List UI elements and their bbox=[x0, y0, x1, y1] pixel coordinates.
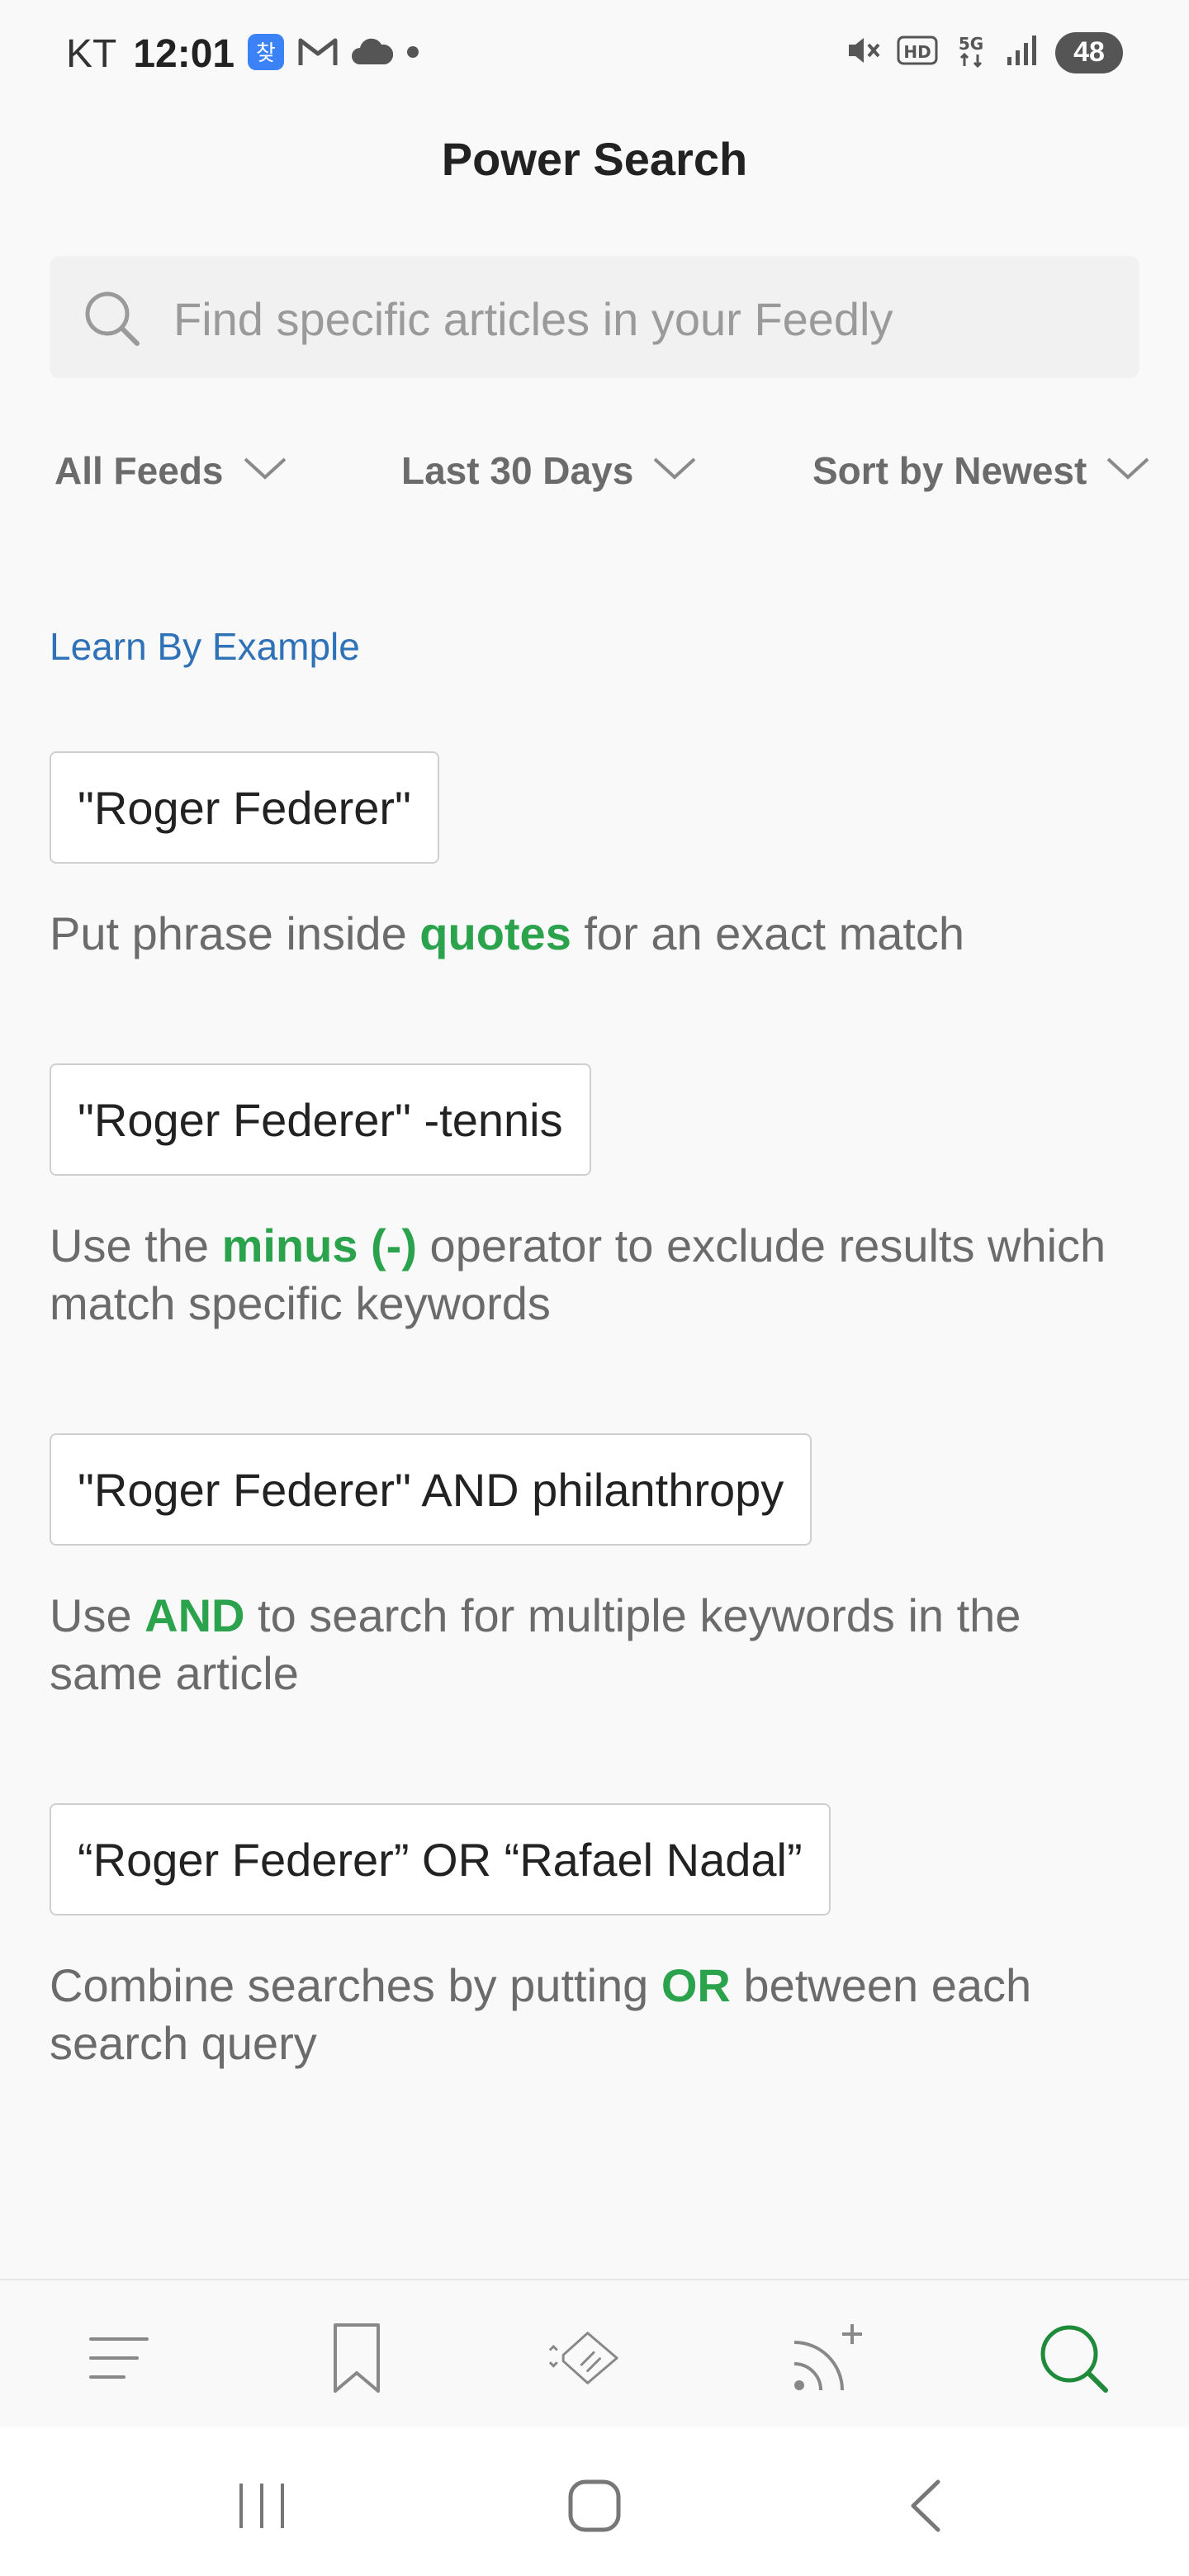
status-bar-right: HD 5G 48 bbox=[844, 31, 1123, 73]
feedly-icon[interactable] bbox=[545, 2318, 624, 2398]
svg-text:찾: 찾 bbox=[256, 41, 276, 66]
home-icon[interactable] bbox=[557, 2469, 632, 2543]
learn-by-example-link[interactable]: Learn By Example bbox=[50, 624, 360, 669]
example-query-chip[interactable]: "Roger Federer" AND philanthropy bbox=[50, 1433, 812, 1546]
search-input[interactable]: Find specific articles in your Feedly bbox=[50, 256, 1139, 378]
status-bar: KT 12:01 찾 HD 5G 48 bbox=[0, 0, 1189, 99]
example-query-chip[interactable]: “Roger Federer” OR “Rafael Nadal” bbox=[50, 1803, 831, 1915]
desc-text: Put phrase inside bbox=[50, 907, 420, 959]
desc-text: Use the bbox=[50, 1219, 222, 1271]
search-placeholder: Find specific articles in your Feedly bbox=[173, 293, 893, 345]
feeds-filter-dropdown[interactable]: All Feeds bbox=[54, 446, 288, 495]
example-description: Put phrase inside quotes for an exact ma… bbox=[50, 905, 1139, 963]
chevron-down-icon bbox=[242, 448, 288, 493]
carrier-label: KT bbox=[66, 32, 117, 76]
example-description: Combine searches by putting OR between e… bbox=[50, 1957, 1139, 2072]
status-bar-left: KT 12:01 찾 bbox=[66, 31, 421, 77]
example-query-chip[interactable]: "Roger Federer" -tennis bbox=[50, 1063, 591, 1176]
gmail-icon bbox=[297, 36, 339, 73]
bookmark-icon[interactable] bbox=[317, 2318, 396, 2398]
date-range-label: Last 30 Days bbox=[401, 449, 634, 492]
page-title: Power Search bbox=[441, 133, 748, 185]
recents-icon[interactable] bbox=[225, 2469, 299, 2543]
clock: 12:01 bbox=[133, 32, 235, 76]
chevron-down-icon bbox=[1105, 448, 1151, 493]
example-description: Use the minus (-) operator to exclude re… bbox=[50, 1217, 1139, 1333]
desc-text: Combine searches by putting bbox=[50, 1959, 661, 2011]
menu-icon[interactable] bbox=[79, 2318, 159, 2398]
feeds-filter-label: All Feeds bbox=[54, 449, 224, 492]
5g-icon: 5G bbox=[953, 31, 989, 73]
desc-highlight: OR bbox=[661, 1959, 731, 2011]
desc-text: Use bbox=[50, 1589, 145, 1641]
back-icon[interactable] bbox=[890, 2469, 964, 2543]
svg-text:5G: 5G bbox=[959, 34, 983, 54]
sort-dropdown[interactable]: Sort by Newest bbox=[812, 446, 1151, 495]
chevron-down-icon bbox=[651, 448, 698, 493]
bottom-navigation bbox=[0, 2279, 1189, 2429]
example-description: Use AND to search for multiple keywords … bbox=[50, 1587, 1139, 1702]
date-range-dropdown[interactable]: Last 30 Days bbox=[401, 446, 698, 495]
system-navigation bbox=[0, 2427, 1189, 2576]
app-notification-icon: 찾 bbox=[246, 32, 286, 76]
svg-text:HD: HD bbox=[903, 42, 931, 62]
search-nav-icon[interactable] bbox=[1034, 2318, 1113, 2398]
hd-icon: HD bbox=[897, 34, 938, 71]
battery-indicator: 48 bbox=[1055, 31, 1123, 73]
search-icon bbox=[83, 289, 142, 353]
example-query-chip[interactable]: "Roger Federer" bbox=[50, 751, 439, 864]
desc-highlight: AND bbox=[144, 1589, 245, 1641]
cloud-icon bbox=[350, 38, 394, 70]
add-feed-icon[interactable] bbox=[789, 2318, 869, 2398]
dot-icon bbox=[405, 44, 421, 64]
desc-text: for an exact match bbox=[571, 907, 965, 959]
signal-icon bbox=[1004, 32, 1040, 73]
sort-label: Sort by Newest bbox=[812, 449, 1087, 492]
mute-icon bbox=[844, 31, 882, 73]
desc-highlight: minus (-) bbox=[221, 1219, 417, 1271]
desc-highlight: quotes bbox=[419, 907, 571, 959]
